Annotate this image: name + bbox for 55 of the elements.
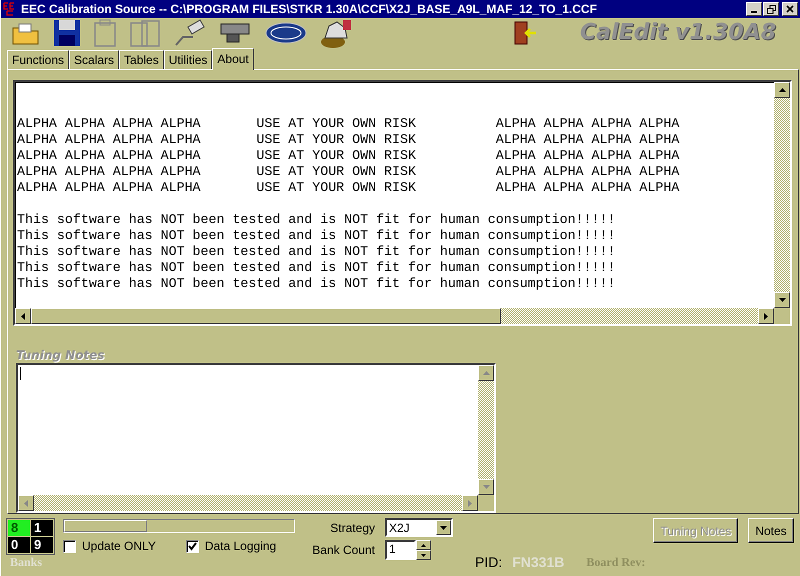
pid-value: FN331B — [512, 554, 564, 570]
banks-label: Banks — [10, 555, 42, 570]
horizontal-scrollbar[interactable] — [15, 308, 790, 324]
about-text-area[interactable] — [13, 80, 792, 326]
tab[interactable]: Tables — [119, 50, 164, 69]
app-logo: CalEdit v1.30A8 — [580, 20, 776, 45]
bank-cell[interactable]: 8 — [8, 520, 30, 536]
strategy-label: Strategy — [329, 520, 375, 534]
down-arrow-icon[interactable] — [778, 298, 786, 302]
section-heading: Tuning Notes — [16, 348, 106, 362]
vertical-scrollbar[interactable] — [774, 82, 790, 308]
bank-cell[interactable]: 1 — [31, 520, 53, 536]
dropdown-arrow-icon[interactable] — [440, 526, 447, 530]
checkbox[interactable] — [63, 540, 76, 552]
right-arrow-icon[interactable] — [764, 312, 768, 320]
checkbox-label: Update ONLY — [82, 539, 156, 553]
tab[interactable]: Functions — [7, 50, 70, 69]
scrollbar-corner — [774, 308, 790, 324]
app-icon — [3, 2, 17, 16]
tab[interactable]: Scalars — [69, 50, 120, 69]
window-title: EEC Calibration Source -- C:\PROGRAM FILES\STKR 1.30A\CCF\X2J_BASE_A9L_MAF_12_TO_1.CCF — [21, 2, 598, 16]
about-line: ALPHA ALPHA ALPHA ALPHA USE AT YOUR OWN RISK ALPHA ALPHA ALPHA ALPHA — [17, 180, 680, 196]
warning-line: This software has NOT been tested and is NOT fit for human consumption!!!!! — [17, 212, 616, 228]
tab[interactable]: About — [212, 48, 254, 70]
about-line: ALPHA ALPHA ALPHA ALPHA USE AT YOUR OWN RISK ALPHA ALPHA ALPHA ALPHA — [17, 148, 680, 164]
bank-cell[interactable]: 9 — [31, 537, 53, 553]
checkbox[interactable] — [186, 540, 199, 552]
checkbox-label: Data Logging — [204, 539, 276, 553]
push-button[interactable]: Notes — [748, 518, 794, 543]
restore-button[interactable] — [763, 2, 779, 16]
exit-door-icon[interactable] — [512, 20, 538, 46]
notes-text-field[interactable] — [16, 363, 496, 513]
tab[interactable]: Utilities — [164, 50, 212, 69]
warning-line: This software has NOT been tested and is NOT fit for human consumption!!!!! — [17, 276, 616, 292]
restore-icon — [766, 4, 776, 14]
close-button[interactable] — [782, 2, 798, 16]
spin-down-icon[interactable] — [421, 554, 426, 556]
close-icon — [786, 5, 794, 13]
up-arrow-icon[interactable] — [778, 88, 786, 92]
warning-line: This software has NOT been tested and is NOT fit for human consumption!!!!! — [17, 228, 616, 244]
strategy-dropdown[interactable]: X2J — [385, 518, 453, 537]
cable-plug-icon[interactable] — [173, 18, 205, 46]
oval-emblem-icon[interactable] — [265, 22, 307, 44]
about-line: ALPHA ALPHA ALPHA ALPHA USE AT YOUR OWN RISK ALPHA ALPHA ALPHA ALPHA — [17, 132, 680, 148]
warning-line: This software has NOT been tested and is NOT fit for human consumption!!!!! — [17, 244, 616, 260]
about-line: ALPHA ALPHA ALPHA ALPHA USE AT YOUR OWN RISK ALPHA ALPHA ALPHA ALPHA — [17, 116, 680, 132]
warning-line: This software has NOT been tested and is NOT fit for human consumption!!!!! — [17, 260, 616, 276]
left-arrow-icon[interactable] — [21, 312, 25, 320]
bank-cell[interactable]: 0 — [8, 537, 30, 553]
minimize-button[interactable] — [746, 2, 762, 16]
bank-count-label: Bank Count — [311, 543, 375, 557]
spin-up-icon[interactable] — [421, 544, 426, 546]
pid-label: PID: — [475, 554, 502, 570]
clipboard-icon[interactable] — [93, 18, 117, 46]
about-line: ALPHA ALPHA ALPHA ALPHA USE AT YOUR OWN RISK ALPHA ALPHA ALPHA ALPHA — [17, 164, 680, 180]
